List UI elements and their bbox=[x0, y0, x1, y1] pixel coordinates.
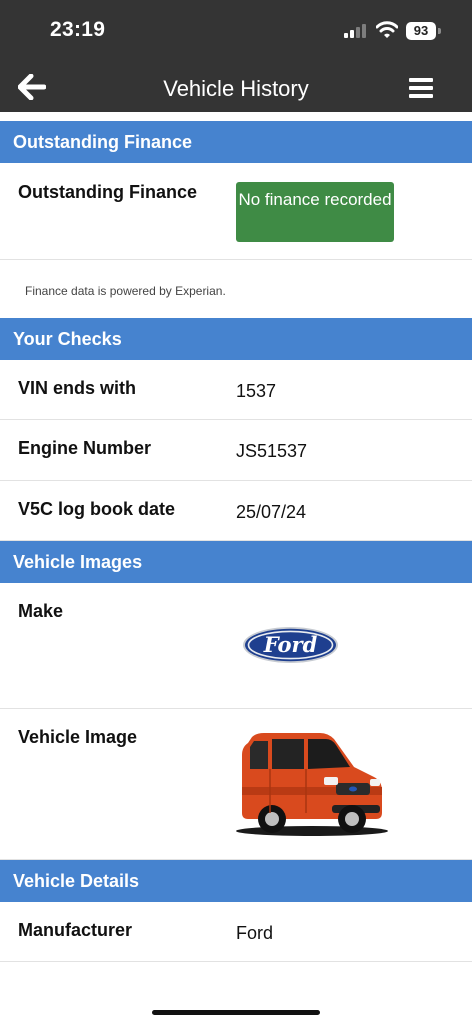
details-label: Manufacturer bbox=[18, 920, 133, 940]
battery-icon: 93 bbox=[406, 22, 436, 40]
finance-label: Outstanding Finance bbox=[18, 182, 198, 202]
make-label: Make bbox=[18, 601, 64, 621]
check-label: VIN ends with bbox=[18, 378, 137, 398]
check-label: V5C log book date bbox=[18, 499, 176, 519]
battery-nub bbox=[438, 28, 441, 34]
check-row-v5c: V5C log book date 25/07/24 bbox=[0, 481, 472, 541]
svg-text:Ford: Ford bbox=[263, 632, 318, 657]
details-row-manufacturer: Manufacturer Ford bbox=[0, 902, 472, 962]
check-row-vin: VIN ends with 1537 bbox=[0, 360, 472, 420]
vehicle-photo bbox=[236, 733, 388, 836]
finance-status-badge: No finance recorded bbox=[236, 182, 394, 242]
section-header-details: Vehicle Details bbox=[0, 860, 472, 902]
wifi-icon bbox=[376, 21, 398, 38]
status-time: 23:19 bbox=[50, 18, 106, 41]
finance-row: Outstanding Finance No finance recorded bbox=[0, 163, 472, 260]
vehicle-image-label: Vehicle Image bbox=[18, 727, 138, 747]
check-label: Engine Number bbox=[18, 438, 152, 458]
details-value: Ford bbox=[236, 923, 274, 943]
nav-bar: Vehicle History bbox=[0, 62, 472, 112]
finance-note: Finance data is powered by Experian. bbox=[25, 284, 226, 298]
section-header-images: Vehicle Images bbox=[0, 541, 472, 583]
check-value: JS51537 bbox=[236, 441, 308, 461]
section-header-checks: Your Checks bbox=[0, 318, 472, 360]
status-bar: 23:19 93 bbox=[0, 0, 472, 62]
section-header-finance: Outstanding Finance bbox=[0, 121, 472, 163]
check-value: 1537 bbox=[236, 381, 277, 401]
check-value: 25/07/24 bbox=[236, 502, 307, 522]
ford-logo: Ford bbox=[243, 627, 338, 663]
page-title: Vehicle History bbox=[163, 76, 309, 101]
make-row: Make bbox=[0, 583, 472, 709]
check-row-engine: Engine Number JS51537 bbox=[0, 420, 472, 481]
signal-icon bbox=[344, 24, 370, 38]
hamburger-menu-icon[interactable] bbox=[409, 78, 433, 98]
home-indicator[interactable] bbox=[152, 1010, 320, 1015]
